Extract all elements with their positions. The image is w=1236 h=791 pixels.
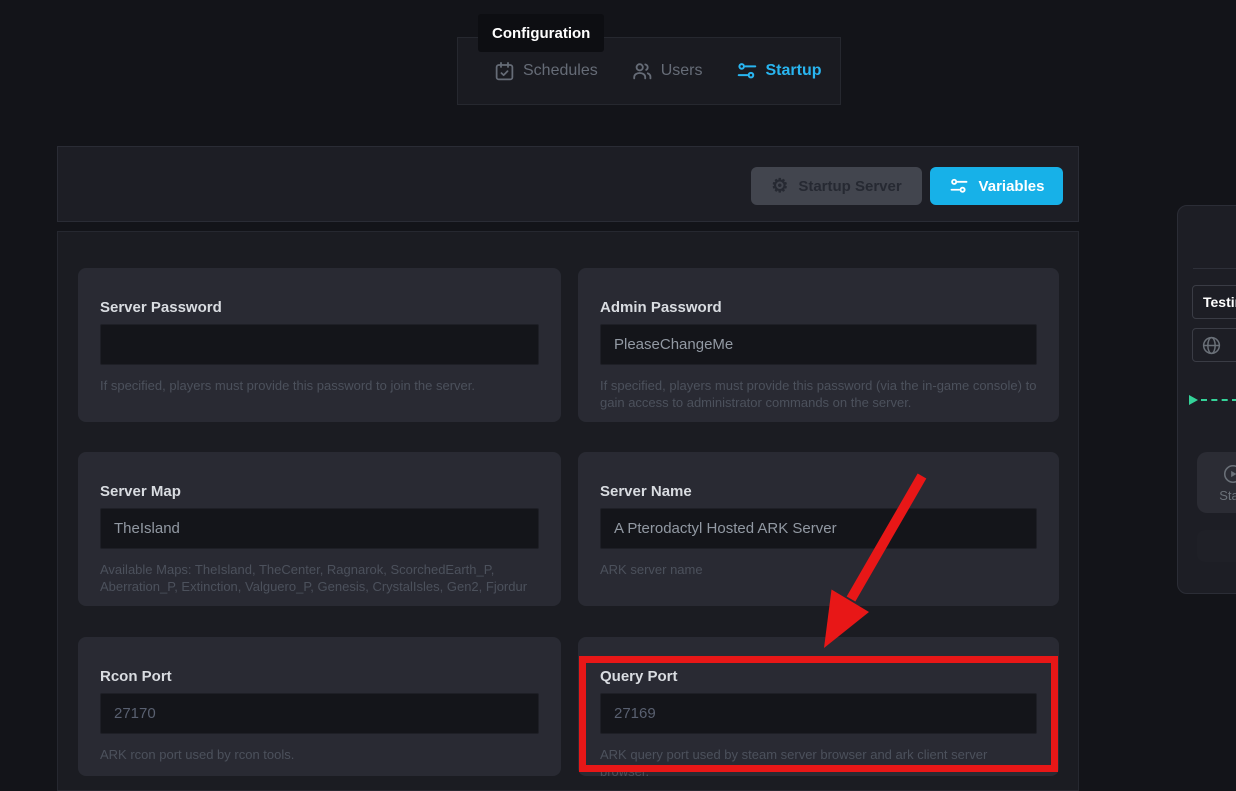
network-activity-sparkline <box>1189 394 1236 406</box>
tab-users[interactable]: Users <box>631 60 703 82</box>
server-side-panel: Testin Start <box>1177 205 1236 594</box>
variables-button-label: Variables <box>978 177 1045 195</box>
rcon-port-input[interactable] <box>100 693 539 734</box>
sliders-icon <box>949 176 969 196</box>
configuration-tooltip: Configuration <box>478 14 605 52</box>
calendar-check-icon <box>494 61 515 82</box>
gear-icon: ⚙ <box>771 175 789 197</box>
query-port-input[interactable] <box>600 693 1037 734</box>
tab-schedules[interactable]: Schedules <box>494 61 598 82</box>
variables-button[interactable]: Variables <box>930 167 1063 205</box>
start-server-button[interactable]: Start <box>1197 452 1236 513</box>
green-arrow-icon <box>1189 395 1198 405</box>
variable-card-server-password: Server Password If specified, players mu… <box>78 268 561 422</box>
divider <box>1193 268 1236 269</box>
tab-label: Startup <box>765 62 822 79</box>
startup-server-button-label: Startup Server <box>798 177 902 195</box>
tab-label: Users <box>660 62 703 79</box>
field-help-text: ARK server name <box>600 562 703 577</box>
server-name-input[interactable] <box>600 508 1037 549</box>
side-panel-stub-box <box>1197 530 1236 562</box>
field-help-text: If specified, players must provide this … <box>600 378 1037 410</box>
field-help-text: ARK query port used by steam server brow… <box>600 747 988 779</box>
field-help-text: ARK rcon port used by rcon tools. <box>100 747 295 762</box>
pterodactyl-startup-config-page: { "colors": { "accent_cyan": "#17b1e8", … <box>0 0 1236 791</box>
tab-label: Schedules <box>523 62 598 79</box>
field-label: Query Port <box>600 668 678 685</box>
server-password-input[interactable] <box>100 324 539 365</box>
field-label: Rcon Port <box>100 668 172 685</box>
field-help-text: If specified, players must provide this … <box>100 378 476 393</box>
globe-icon <box>1201 335 1222 356</box>
tab-startup[interactable]: Startup <box>736 60 822 82</box>
variable-card-admin-password: Admin Password If specified, players mus… <box>578 268 1059 422</box>
server-name-badge: Testin <box>1192 285 1236 319</box>
server-map-input[interactable] <box>100 508 539 549</box>
variable-card-server-map: Server Map Available Maps: TheIsland, Th… <box>78 452 561 606</box>
start-button-label: Start <box>1219 487 1236 503</box>
sliders-icon <box>736 60 758 82</box>
variable-card-server-name: Server Name ARK server name <box>578 452 1059 606</box>
startup-toolbar: ⚙ Startup Server Variables <box>57 146 1079 222</box>
startup-variables-panel: Server Password If specified, players mu… <box>57 231 1079 791</box>
startup-server-button[interactable]: ⚙ Startup Server <box>751 167 922 205</box>
server-address-badge <box>1192 328 1236 362</box>
variable-card-rcon-port: Rcon Port ARK rcon port used by rcon too… <box>78 637 561 776</box>
admin-password-input[interactable] <box>600 324 1037 365</box>
variable-card-query-port: Query Port ARK query port used by steam … <box>578 637 1059 779</box>
users-icon <box>631 60 653 82</box>
field-help-text: Available Maps: TheIsland, TheCenter, Ra… <box>100 562 528 594</box>
field-label: Server Password <box>100 299 222 316</box>
field-label: Server Map <box>100 483 181 500</box>
field-label: Server Name <box>600 483 692 500</box>
play-circle-icon <box>1222 463 1236 485</box>
field-label: Admin Password <box>600 299 722 316</box>
dashed-line <box>1201 399 1236 401</box>
